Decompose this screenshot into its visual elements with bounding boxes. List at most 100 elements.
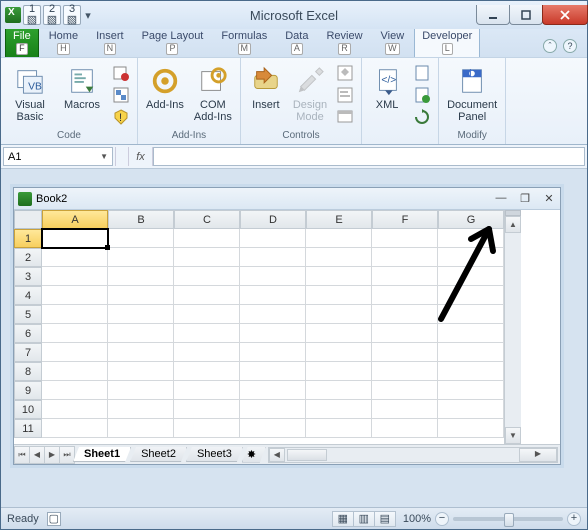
cell[interactable] — [108, 305, 174, 324]
cell[interactable] — [306, 324, 372, 343]
tab-developer[interactable]: DeveloperL — [414, 26, 480, 57]
scroll-right-icon[interactable]: ▶ — [519, 448, 557, 462]
cell[interactable] — [174, 305, 240, 324]
xml-expansion-icon[interactable] — [412, 85, 432, 105]
cell[interactable] — [174, 362, 240, 381]
macro-security-icon[interactable]: ! — [111, 107, 131, 127]
cell[interactable] — [42, 324, 108, 343]
cell[interactable] — [108, 362, 174, 381]
cell[interactable] — [438, 419, 504, 438]
cell[interactable] — [108, 343, 174, 362]
row-header[interactable]: 9 — [14, 381, 42, 400]
cell[interactable] — [438, 324, 504, 343]
cell[interactable] — [174, 286, 240, 305]
view-normal-icon[interactable]: ▦ — [332, 511, 354, 527]
row-header[interactable]: 7 — [14, 343, 42, 362]
sheet-tab-2[interactable]: Sheet2 — [130, 447, 187, 462]
zoom-level[interactable]: 100% — [403, 513, 431, 525]
cell[interactable] — [372, 305, 438, 324]
cell[interactable] — [108, 229, 174, 248]
tab-review[interactable]: ReviewR — [318, 26, 370, 57]
cell[interactable] — [438, 362, 504, 381]
cell[interactable] — [240, 419, 306, 438]
cell[interactable] — [372, 229, 438, 248]
horizontal-scrollbar[interactable]: ◀ ▶ — [268, 447, 558, 463]
xml-refresh-icon[interactable] — [412, 107, 432, 127]
cell[interactable] — [42, 229, 108, 248]
xml-source-icon[interactable] — [412, 63, 432, 83]
cell[interactable] — [42, 343, 108, 362]
maximize-button[interactable] — [509, 5, 543, 25]
row-header[interactable]: 4 — [14, 286, 42, 305]
cell[interactable] — [108, 267, 174, 286]
excel-icon[interactable] — [5, 7, 21, 23]
cell[interactable] — [306, 419, 372, 438]
cell[interactable] — [174, 324, 240, 343]
cell[interactable] — [240, 286, 306, 305]
cell[interactable] — [42, 419, 108, 438]
cell[interactable] — [306, 305, 372, 324]
tab-formulas[interactable]: FormulasM — [213, 26, 275, 57]
qat-item-1[interactable]: 1▧ — [23, 5, 41, 25]
cell[interactable] — [372, 267, 438, 286]
cell[interactable] — [306, 343, 372, 362]
view-code-icon[interactable] — [335, 85, 355, 105]
minimize-button[interactable] — [476, 5, 510, 25]
cell[interactable] — [372, 324, 438, 343]
row-header[interactable]: 10 — [14, 400, 42, 419]
row-header[interactable]: 1 — [14, 229, 42, 248]
cell[interactable] — [240, 248, 306, 267]
grid[interactable]: ABCDEFG1234567891011 — [14, 210, 504, 444]
addins-button[interactable]: Add-Ins — [144, 63, 186, 113]
cell[interactable] — [306, 286, 372, 305]
zoom-out-icon[interactable]: − — [435, 512, 449, 526]
qat-item-3[interactable]: 3▧ — [63, 5, 81, 25]
hscroll-thumb[interactable] — [287, 449, 327, 461]
run-dialog-icon[interactable] — [335, 107, 355, 127]
record-macro-icon[interactable] — [111, 63, 131, 83]
zoom-in-icon[interactable]: + — [567, 512, 581, 526]
row-header[interactable]: 3 — [14, 267, 42, 286]
cell[interactable] — [174, 400, 240, 419]
close-button[interactable] — [542, 5, 588, 25]
cell[interactable] — [306, 267, 372, 286]
macro-record-status-icon[interactable]: ▢ — [47, 512, 61, 526]
tab-nav-prev-icon[interactable]: ◀ — [29, 446, 45, 464]
row-header[interactable]: 11 — [14, 419, 42, 438]
cell[interactable] — [42, 267, 108, 286]
tab-home[interactable]: HomeH — [41, 26, 86, 57]
select-all-corner[interactable] — [14, 210, 42, 229]
cell[interactable] — [240, 400, 306, 419]
new-sheet-icon[interactable]: ✸ — [242, 447, 266, 463]
cell[interactable] — [42, 381, 108, 400]
cell[interactable] — [306, 229, 372, 248]
view-pagelayout-icon[interactable]: ▥ — [353, 511, 375, 527]
com-addins-button[interactable]: COM Add-Ins — [192, 63, 234, 125]
cell[interactable] — [306, 362, 372, 381]
zoom-slider[interactable] — [453, 517, 563, 521]
workbook-close-icon[interactable]: ✕ — [542, 192, 556, 205]
view-pagebreak-icon[interactable]: ▤ — [374, 511, 396, 527]
tab-nav-last-icon[interactable]: ⏭ — [59, 446, 75, 464]
cell[interactable] — [372, 400, 438, 419]
cell[interactable] — [108, 400, 174, 419]
column-header[interactable]: D — [240, 210, 306, 229]
cell[interactable] — [372, 248, 438, 267]
cell[interactable] — [108, 286, 174, 305]
name-box-dropdown-icon[interactable]: ▼ — [100, 152, 108, 161]
cell[interactable] — [42, 286, 108, 305]
column-header[interactable]: A — [42, 210, 108, 229]
column-header[interactable]: F — [372, 210, 438, 229]
column-header[interactable]: E — [306, 210, 372, 229]
workbook-titlebar[interactable]: Book2 ― ❐ ✕ — [14, 188, 560, 210]
use-relative-refs-icon[interactable] — [111, 85, 131, 105]
cell[interactable] — [438, 305, 504, 324]
tab-data[interactable]: DataA — [277, 26, 316, 57]
tab-view[interactable]: ViewW — [373, 26, 413, 57]
cell[interactable] — [42, 248, 108, 267]
scroll-left-icon[interactable]: ◀ — [269, 448, 285, 462]
cell[interactable] — [174, 381, 240, 400]
tab-file[interactable]: FileF — [5, 26, 39, 57]
cell[interactable] — [42, 362, 108, 381]
tab-insert[interactable]: InsertN — [88, 26, 132, 57]
